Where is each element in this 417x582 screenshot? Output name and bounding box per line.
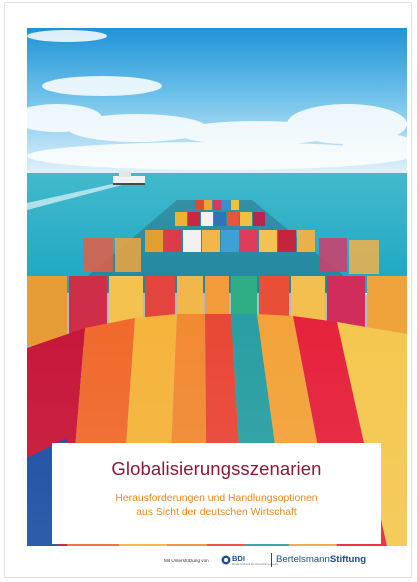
- footer-divider: [271, 553, 272, 567]
- bs-logo-regular: Bertelsmann: [276, 554, 330, 565]
- bdi-mark-icon: [221, 555, 231, 565]
- bdi-logo-text: BDI: [232, 554, 245, 563]
- bertelsmann-stiftung-logo: BertelsmannStiftung: [276, 554, 366, 565]
- support-text: Mit Unterstützung von: [164, 558, 209, 563]
- bdi-logo: BDI Bundesverband der Deutschen Industri…: [221, 554, 278, 568]
- title-box: Globalisierungsszenarien Herausforderung…: [52, 443, 381, 544]
- report-cover-page: Globalisierungsszenarien Herausforderung…: [0, 0, 417, 582]
- cover-title: Globalisierungsszenarien: [111, 458, 322, 479]
- cover-subtitle: Herausforderungen und Handlungsoptionen …: [52, 492, 381, 520]
- footer: Mit Unterstützung von BDI Bundesverband …: [0, 546, 417, 574]
- subtitle-line-2: aus Sicht der deutschen Wirtschaft: [136, 507, 297, 518]
- bs-logo-bold: Stiftung: [329, 554, 367, 565]
- subtitle-line-1: Herausforderungen und Handlungsoptionen: [115, 493, 318, 504]
